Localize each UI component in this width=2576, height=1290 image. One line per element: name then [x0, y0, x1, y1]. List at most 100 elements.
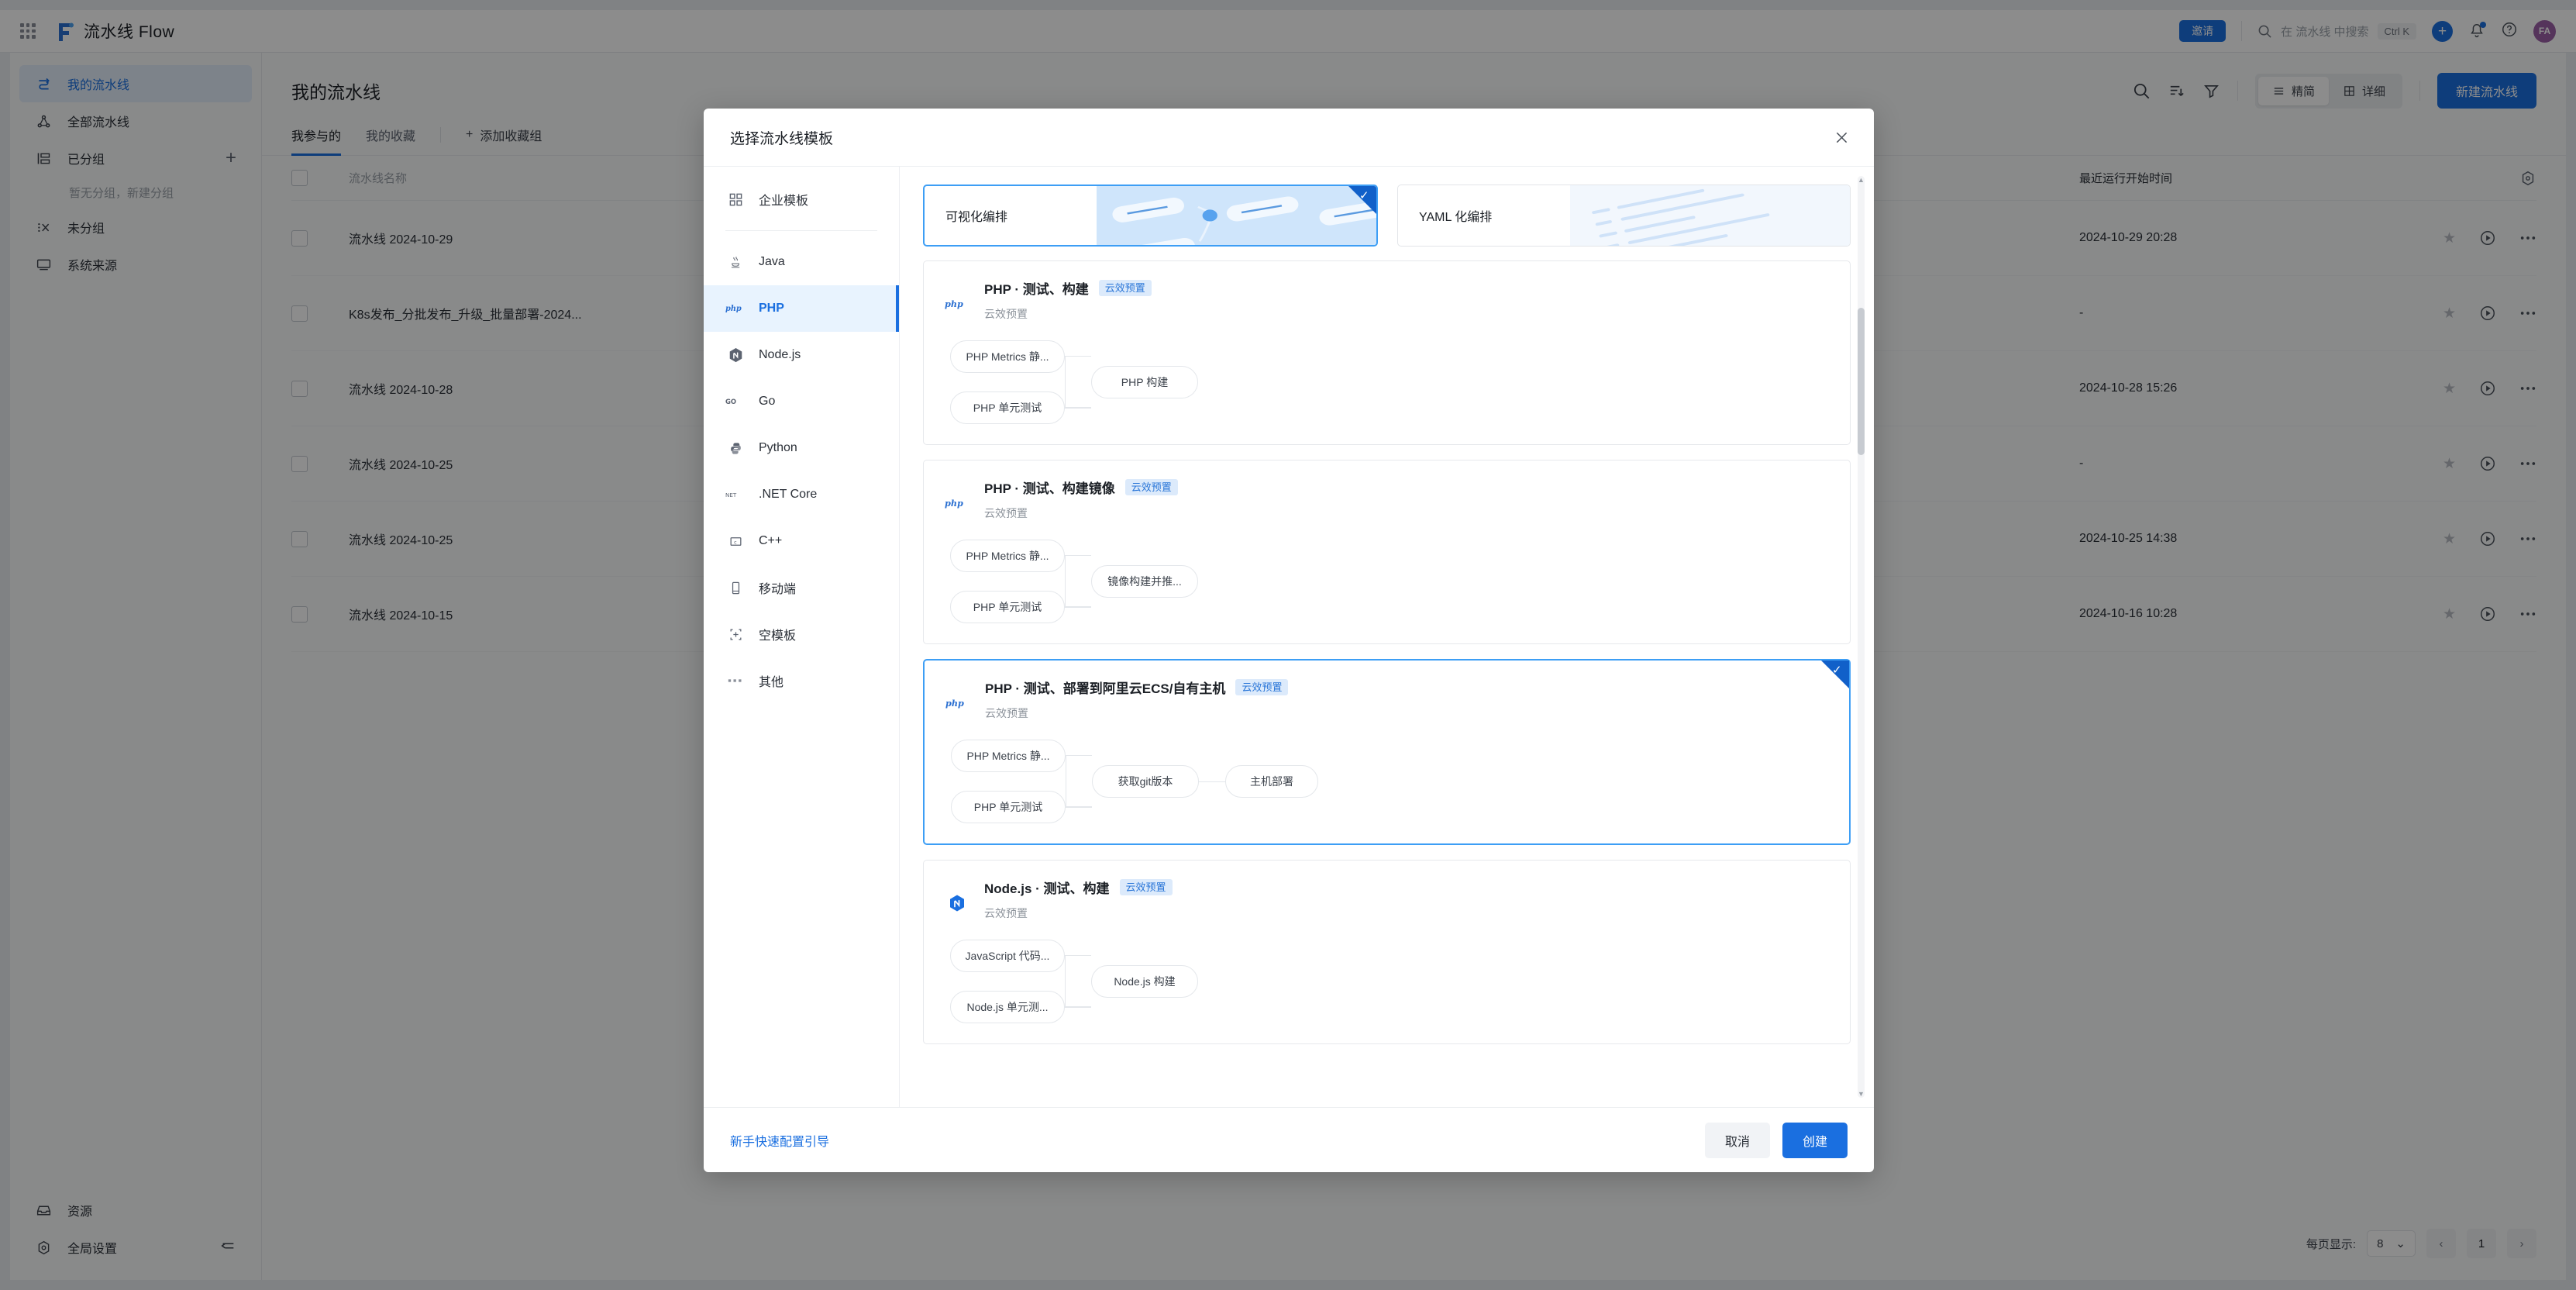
- add-favorite-group-button[interactable]: + 添加收藏组: [466, 126, 542, 155]
- row-checkbox[interactable]: [291, 305, 308, 322]
- category-dotnet-core[interactable]: NET .NET Core: [704, 471, 899, 518]
- view-mode-detail[interactable]: 详细: [2329, 77, 2399, 105]
- create-button[interactable]: +: [2432, 20, 2453, 42]
- category-label: Node.js: [759, 348, 801, 361]
- cancel-button[interactable]: 取消: [1704, 1122, 1770, 1158]
- category-python[interactable]: Python: [704, 425, 899, 471]
- sort-button[interactable]: [2168, 82, 2185, 100]
- favorite-star-icon[interactable]: ★: [2443, 305, 2456, 322]
- more-actions-icon[interactable]: [2519, 385, 2536, 391]
- mode-yaml-orchestration[interactable]: YAML 化编排: [1397, 185, 1851, 247]
- row-select-cell[interactable]: [291, 305, 349, 322]
- scrollbar-thumb[interactable]: [1858, 308, 1865, 455]
- more-actions-icon[interactable]: [2519, 310, 2536, 316]
- run-icon[interactable]: [2479, 380, 2496, 397]
- global-search[interactable]: 在 流水线 中搜索 Ctrl K: [2257, 22, 2416, 40]
- notifications-button[interactable]: [2468, 22, 2486, 40]
- tab-participated[interactable]: 我参与的: [291, 126, 342, 156]
- favorite-star-icon[interactable]: ★: [2443, 380, 2456, 398]
- run-icon[interactable]: [2479, 305, 2496, 322]
- invite-button[interactable]: 邀请: [2179, 20, 2226, 42]
- next-page-button[interactable]: ›: [2507, 1229, 2536, 1258]
- favorite-star-icon[interactable]: ★: [2443, 605, 2456, 623]
- template-card[interactable]: php PHP · 测试、构建 云效预置 云效预置 PHP Metrics 静.…: [923, 260, 1851, 445]
- close-icon[interactable]: [1830, 126, 1852, 148]
- per-page-select[interactable]: 8 ⌄: [2367, 1230, 2416, 1257]
- sidebar-item-all-pipelines[interactable]: 全部流水线: [19, 102, 252, 140]
- favorite-star-icon[interactable]: ★: [2443, 229, 2456, 247]
- row-checkbox[interactable]: [291, 380, 308, 397]
- category-go[interactable]: GO Go: [704, 378, 899, 425]
- select-all-cell[interactable]: [291, 170, 349, 186]
- scroll-up-arrow-icon[interactable]: ▲: [1858, 176, 1865, 184]
- row-checkbox[interactable]: [291, 455, 308, 472]
- more-actions-icon[interactable]: [2519, 235, 2536, 241]
- template-list[interactable]: php PHP · 测试、构建 云效预置 云效预置 PHP Metrics 静.…: [900, 260, 1874, 1107]
- run-icon[interactable]: [2479, 530, 2496, 547]
- more-actions-icon[interactable]: [2519, 611, 2536, 617]
- template-card[interactable]: ✓ php PHP · 测试、部署到阿里云ECS/自有主机 云效预置 云效预置 …: [923, 659, 1851, 845]
- row-select-cell[interactable]: [291, 530, 349, 547]
- more-actions-icon[interactable]: [2519, 536, 2536, 542]
- avatar[interactable]: FA: [2533, 19, 2556, 43]
- flow-node: PHP 构建: [1091, 366, 1198, 398]
- row-checkbox[interactable]: [291, 605, 308, 623]
- template-card[interactable]: php PHP · 测试、构建镜像 云效预置 云效预置 PHP Metrics …: [923, 460, 1851, 644]
- category-other[interactable]: 其他: [704, 657, 899, 704]
- empty-group-hint[interactable]: 暂无分组，新建分组: [19, 177, 252, 209]
- category-nodejs[interactable]: Node.js: [704, 332, 899, 378]
- category-java[interactable]: Java: [704, 239, 899, 285]
- category-cpp[interactable]: c C++: [704, 518, 899, 564]
- prev-page-button[interactable]: ‹: [2426, 1229, 2456, 1258]
- category-blank-template[interactable]: 空模板: [704, 611, 899, 657]
- mode-visual-orchestration[interactable]: 可视化编排 ✓: [923, 185, 1378, 247]
- favorite-star-icon[interactable]: ★: [2443, 530, 2456, 548]
- search-button[interactable]: [2133, 82, 2151, 100]
- help-button[interactable]: [2501, 21, 2518, 42]
- filter-button[interactable]: [2202, 82, 2220, 100]
- sidebar-item-my-pipelines[interactable]: 我的流水线: [19, 65, 252, 102]
- flow-edge: [1065, 356, 1091, 408]
- orchestration-mode-row: 可视化编排 ✓ YAML 化编排: [900, 167, 1874, 260]
- add-group-icon[interactable]: +: [226, 149, 236, 167]
- category-enterprise-template[interactable]: 企业模板: [704, 176, 899, 222]
- row-select-cell[interactable]: [291, 229, 349, 247]
- category-mobile[interactable]: 移动端: [704, 564, 899, 611]
- row-checkbox[interactable]: [291, 229, 308, 247]
- help-icon: [2502, 22, 2516, 36]
- sidebar-item-resources[interactable]: 资源: [19, 1192, 252, 1229]
- favorite-star-icon[interactable]: ★: [2443, 455, 2456, 473]
- new-pipeline-button[interactable]: 新建流水线: [2437, 73, 2536, 109]
- row-select-cell[interactable]: [291, 380, 349, 397]
- sidebar-item-system-source[interactable]: 系统来源: [19, 246, 252, 283]
- sidebar-item-ungrouped[interactable]: 未分组: [19, 209, 252, 246]
- row-select-cell[interactable]: [291, 605, 349, 623]
- run-icon[interactable]: [2479, 229, 2496, 247]
- yaml-orchestration-illustration: [1569, 185, 1850, 246]
- run-icon[interactable]: [2479, 455, 2496, 472]
- template-card-header: Node.js · 测试、构建 云效预置 云效预置: [944, 878, 1830, 921]
- category-php[interactable]: php PHP: [704, 285, 899, 332]
- template-list-scrollbar[interactable]: ▲ ▼: [1858, 176, 1865, 1098]
- more-actions-icon[interactable]: [2519, 460, 2536, 467]
- scroll-down-arrow-icon[interactable]: ▼: [1858, 1090, 1865, 1098]
- collapse-sidebar-icon[interactable]: [219, 1237, 236, 1258]
- table-settings-cell[interactable]: [2405, 170, 2536, 187]
- row-checkbox[interactable]: [291, 530, 308, 547]
- tab-favorites[interactable]: 我的收藏: [366, 126, 415, 155]
- create-button[interactable]: 创建: [1782, 1122, 1848, 1158]
- page-number[interactable]: 1: [2467, 1229, 2496, 1258]
- select-all-checkbox[interactable]: [291, 170, 308, 186]
- run-icon[interactable]: [2479, 605, 2496, 623]
- mode-label: 可视化编排: [945, 211, 1008, 224]
- sidebar-item-grouped[interactable]: 已分组 +: [19, 140, 252, 177]
- view-mode-compact[interactable]: 精简: [2257, 76, 2329, 105]
- quick-setup-guide-link[interactable]: 新手快速配置引导: [730, 1131, 829, 1150]
- template-title-line: PHP · 测试、构建 云效预置: [984, 278, 1152, 298]
- php-icon: php: [944, 478, 970, 521]
- template-card[interactable]: Node.js · 测试、构建 云效预置 云效预置 JavaScript 代码.…: [923, 860, 1851, 1044]
- page-title: 我的流水线: [291, 82, 381, 102]
- sidebar-item-global-settings[interactable]: 全局设置: [19, 1229, 252, 1266]
- apps-grid-icon[interactable]: [20, 23, 36, 39]
- row-select-cell[interactable]: [291, 455, 349, 472]
